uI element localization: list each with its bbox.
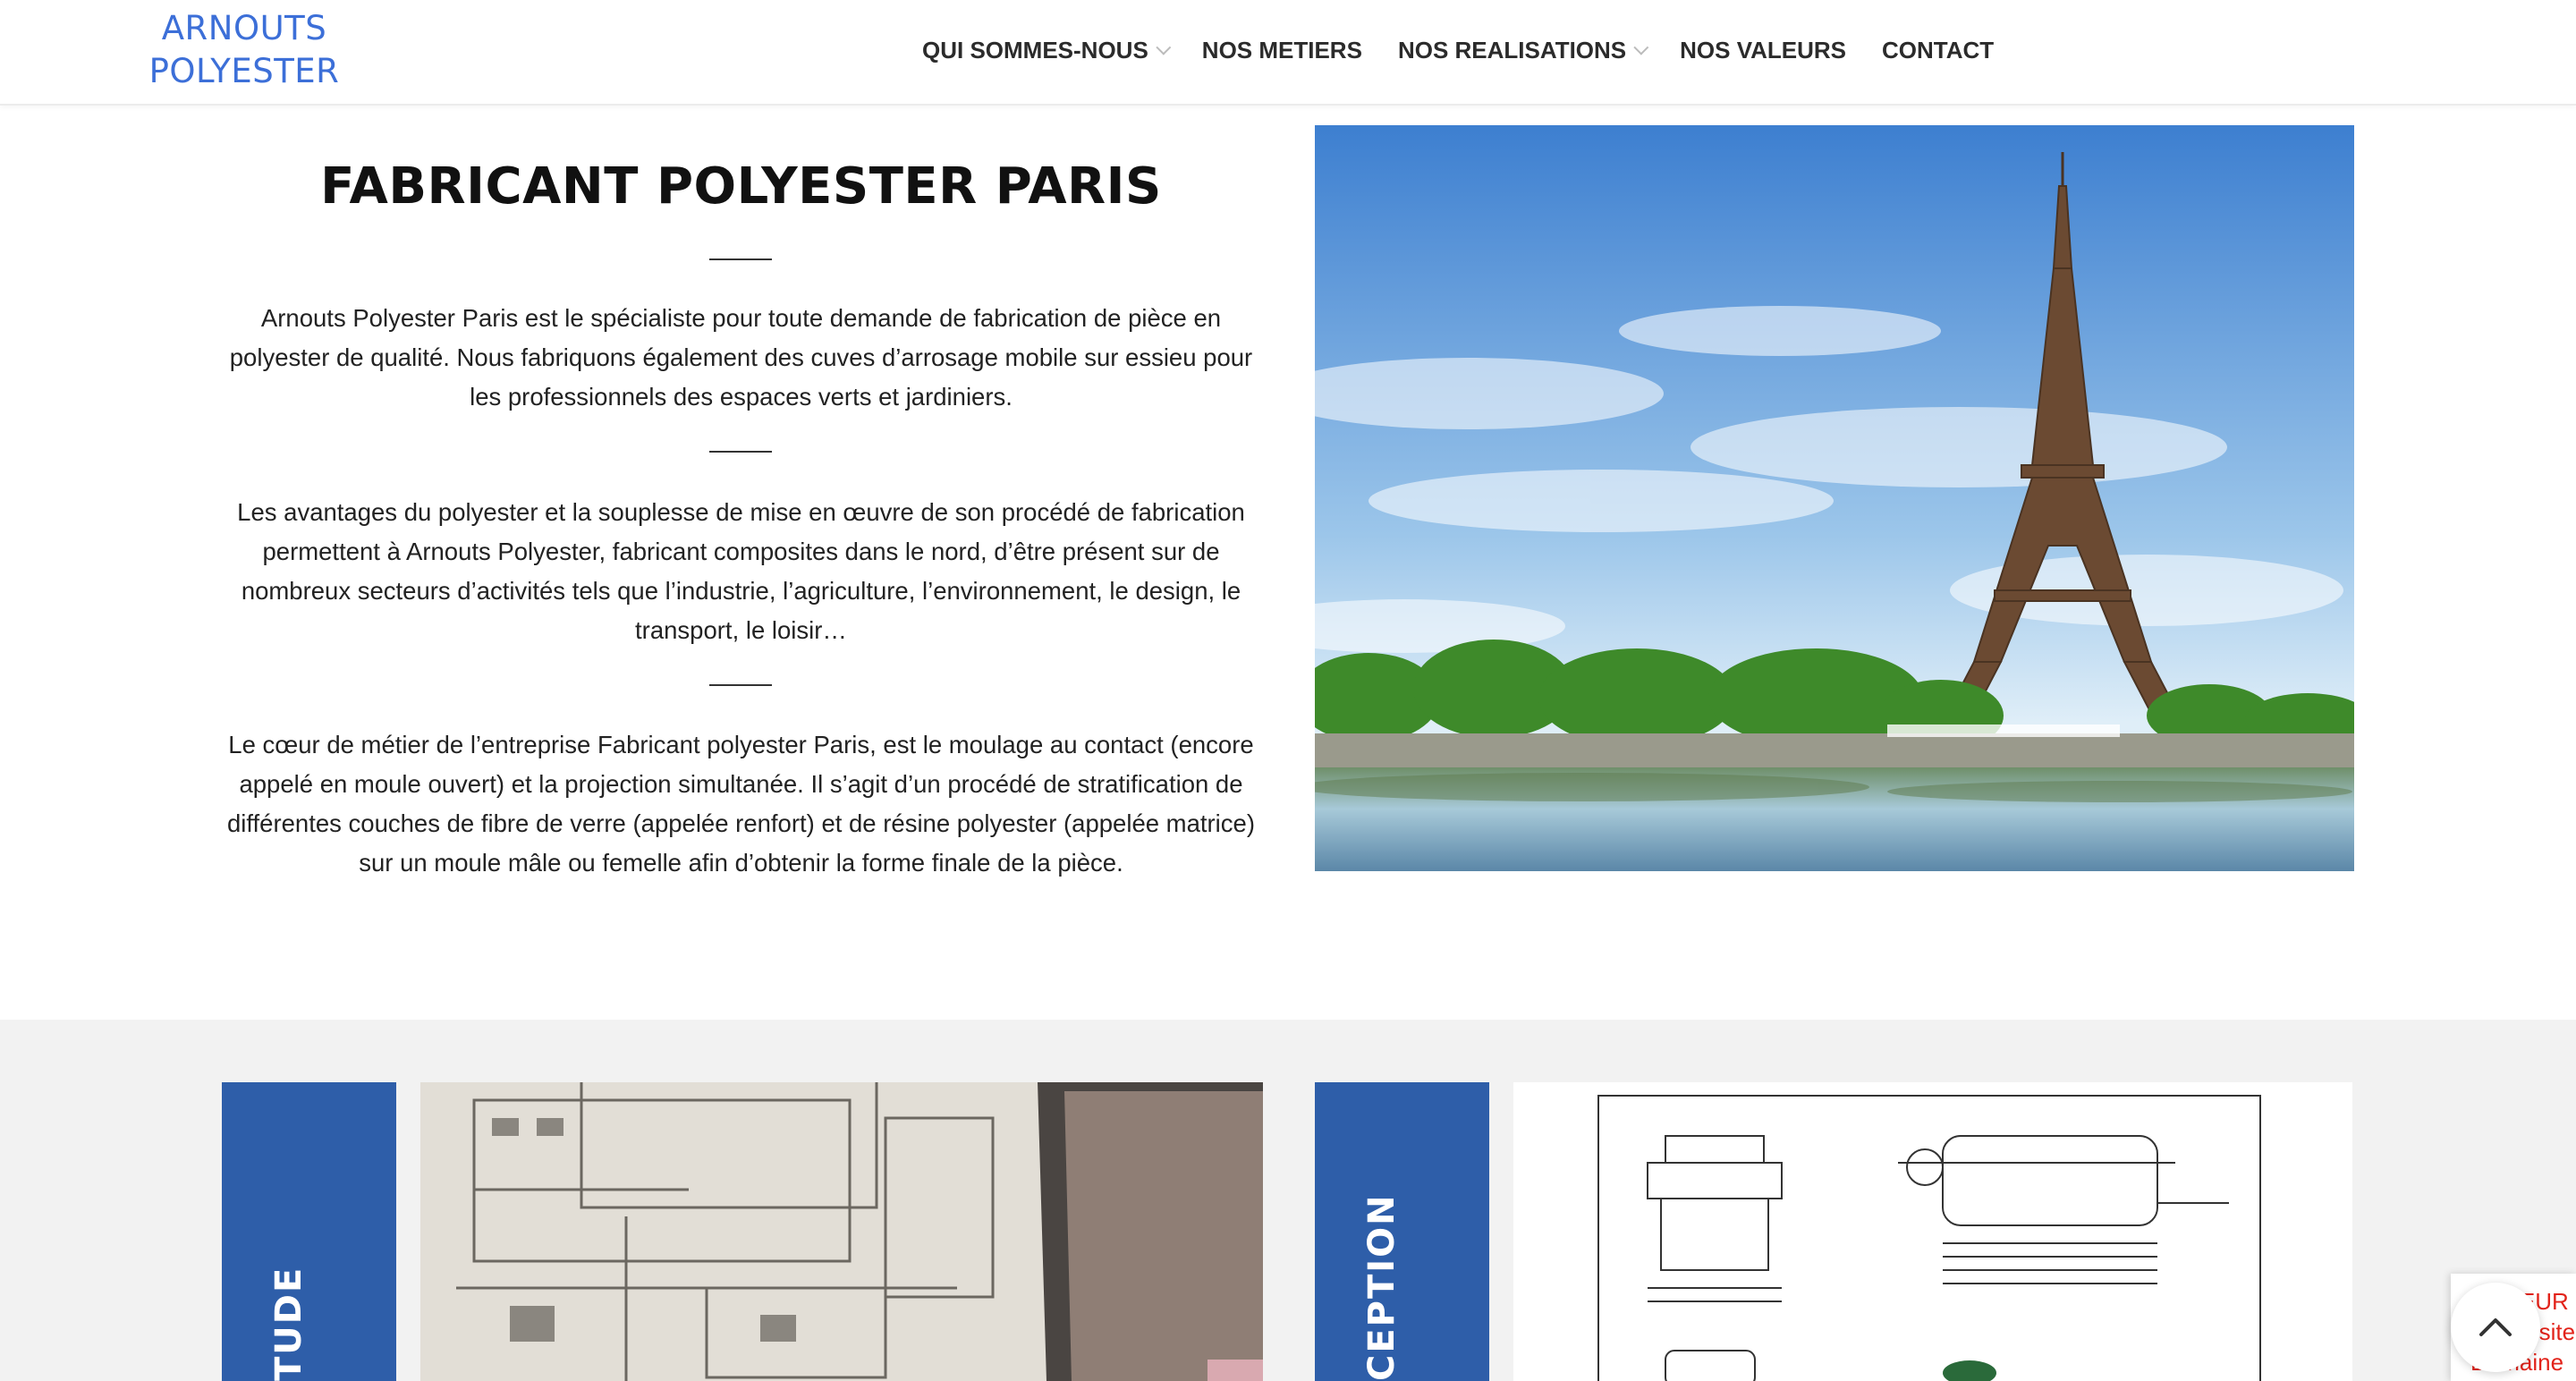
nav-item-qui-sommes-nous[interactable]: QUI SOMMES-NOUS [922, 36, 1172, 64]
site-logo[interactable]: ARNOUTS POLYESTER [141, 7, 347, 93]
nav-item-contact[interactable]: CONTACT [1882, 37, 1994, 64]
page-title: FABRICANT POLYESTER PARIS [320, 157, 1162, 216]
intro-paragraph-2: Les avantages du polyester et la souples… [224, 493, 1258, 650]
text-line: transport, le loisir… [635, 616, 847, 644]
chevron-down-icon [1633, 39, 1649, 55]
card-label-text: TUDE [268, 1266, 309, 1381]
text-line: sur un moule mâle ou femelle afin d’obte… [359, 849, 1123, 877]
nav-label: NOS VALEURS [1680, 36, 1847, 64]
text-line: nombreux secteurs d’activités tels que l… [241, 577, 1241, 605]
scroll-to-top-button[interactable] [2451, 1283, 2540, 1372]
nav-label: NOS METIERS [1201, 36, 1362, 64]
intro-paragraph-3: Le cœur de métier de l’entreprise Fabric… [224, 725, 1258, 883]
nav-label: CONTACT [1882, 36, 1995, 64]
text-line: différentes couches de fibre de verre (a… [226, 809, 1255, 837]
logo-line-1: ARNOUTS [161, 9, 327, 47]
card-label-text: CEPTION [1361, 1193, 1402, 1381]
text-line: Les avantages du polyester et la souples… [237, 498, 1245, 526]
divider [709, 451, 772, 453]
divider [709, 684, 772, 686]
card-label-conception[interactable]: CEPTION [1315, 1082, 1489, 1381]
main-navigation: QUI SOMMES-NOUS NOS METIERS NOS REALISAT… [922, 32, 2029, 68]
text-line: Le cœur de métier de l’entreprise Fabric… [228, 731, 1254, 758]
site-header: ARNOUTS POLYESTER QUI SOMMES-NOUS NOS ME… [0, 0, 2576, 106]
logo-line-2: POLYESTER [148, 52, 340, 90]
blueprint-laptop-photo[interactable] [420, 1082, 1263, 1381]
nav-label: QUI SOMMES-NOUS [922, 36, 1148, 64]
nav-item-nos-valeurs[interactable]: NOS VALEURS [1680, 37, 1846, 64]
text-line: les professionnels des espaces verts et … [470, 383, 1013, 411]
chevron-up-icon [2479, 1318, 2512, 1336]
nav-item-nos-realisations[interactable]: NOS REALISATIONS [1397, 36, 1649, 64]
text-line: polyester de qualité. Nous fabriquons ég… [229, 343, 1253, 371]
chevron-down-icon [1156, 39, 1172, 55]
text-line: permettent à Arnouts Polyester, fabrican… [262, 538, 1220, 565]
eiffel-tower-photo [1315, 125, 2354, 871]
technical-drawing-image[interactable] [1513, 1082, 2352, 1381]
card-label-etude[interactable]: TUDE [222, 1082, 396, 1381]
nav-label: NOS REALISATIONS [1397, 36, 1627, 64]
nav-item-nos-metiers[interactable]: NOS METIERS [1202, 37, 1362, 64]
text-line: Arnouts Polyester Paris est le spécialis… [260, 304, 1222, 332]
divider [709, 258, 772, 260]
intro-paragraph-1: Arnouts Polyester Paris est le spécialis… [224, 299, 1258, 417]
text-line: appelé en moule ouvert) et la projection… [239, 770, 1243, 798]
